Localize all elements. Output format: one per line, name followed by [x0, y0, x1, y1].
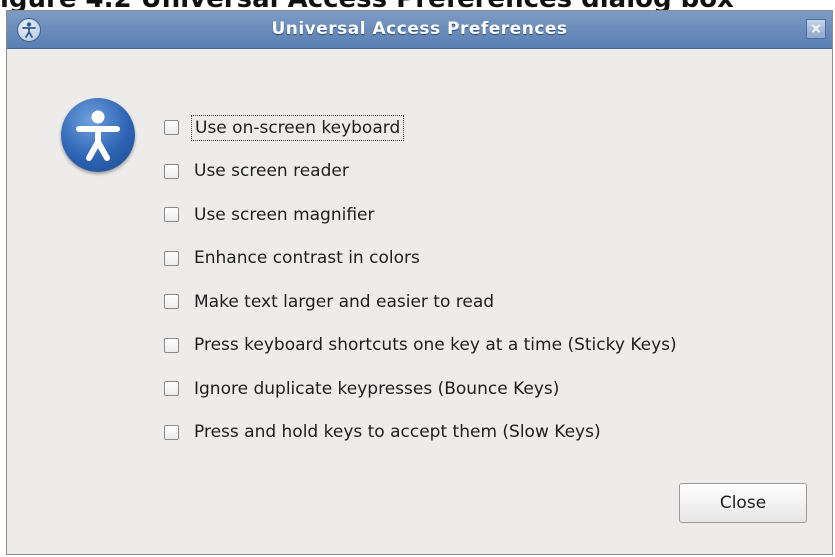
checkbox-screen-magnifier[interactable] — [164, 207, 179, 223]
option-bounce-keys[interactable]: Ignore duplicate keypresses (Bounce Keys… — [164, 367, 680, 411]
checkbox-screen-reader[interactable] — [164, 163, 179, 179]
option-screen-reader[interactable]: Use screen reader — [164, 150, 680, 194]
checkbox-enhance-contrast[interactable] — [164, 250, 179, 266]
preferences-dialog: Universal Access Preferences × Use on-sc… — [6, 10, 833, 555]
checkbox-larger-text[interactable] — [164, 294, 179, 310]
window-title: Universal Access Preferences — [271, 19, 568, 39]
title-bar[interactable]: Universal Access Preferences × — [7, 11, 832, 49]
option-on-screen-keyboard[interactable]: Use on-screen keyboard — [164, 106, 680, 150]
option-screen-magnifier[interactable]: Use screen magnifier — [164, 193, 680, 237]
option-label[interactable]: Use screen magnifier — [191, 203, 378, 227]
option-label[interactable]: Press keyboard shortcuts one key at a ti… — [191, 333, 680, 357]
option-label[interactable]: Use on-screen keyboard — [191, 114, 405, 141]
checkbox-bounce-keys[interactable] — [164, 381, 179, 397]
window-close-icon[interactable]: × — [806, 19, 826, 39]
checkbox-on-screen-keyboard[interactable] — [164, 120, 179, 136]
close-button[interactable]: Close — [679, 483, 807, 523]
option-slow-keys[interactable]: Press and hold keys to accept them (Slow… — [164, 411, 680, 455]
checkbox-sticky-keys[interactable] — [164, 337, 179, 353]
checkbox-slow-keys[interactable] — [164, 424, 179, 440]
universal-access-icon — [61, 98, 135, 172]
option-label[interactable]: Use screen reader — [191, 159, 352, 183]
option-label[interactable]: Ignore duplicate keypresses (Bounce Keys… — [191, 377, 562, 401]
option-larger-text[interactable]: Make text larger and easier to read — [164, 280, 680, 324]
options-list: Use on-screen keyboard Use screen reader… — [164, 106, 680, 454]
option-sticky-keys[interactable]: Press keyboard shortcuts one key at a ti… — [164, 324, 680, 368]
option-label[interactable]: Press and hold keys to accept them (Slow… — [191, 420, 604, 444]
option-label[interactable]: Enhance contrast in colors — [191, 246, 423, 270]
option-label[interactable]: Make text larger and easier to read — [191, 290, 497, 314]
option-enhance-contrast[interactable]: Enhance contrast in colors — [164, 237, 680, 281]
